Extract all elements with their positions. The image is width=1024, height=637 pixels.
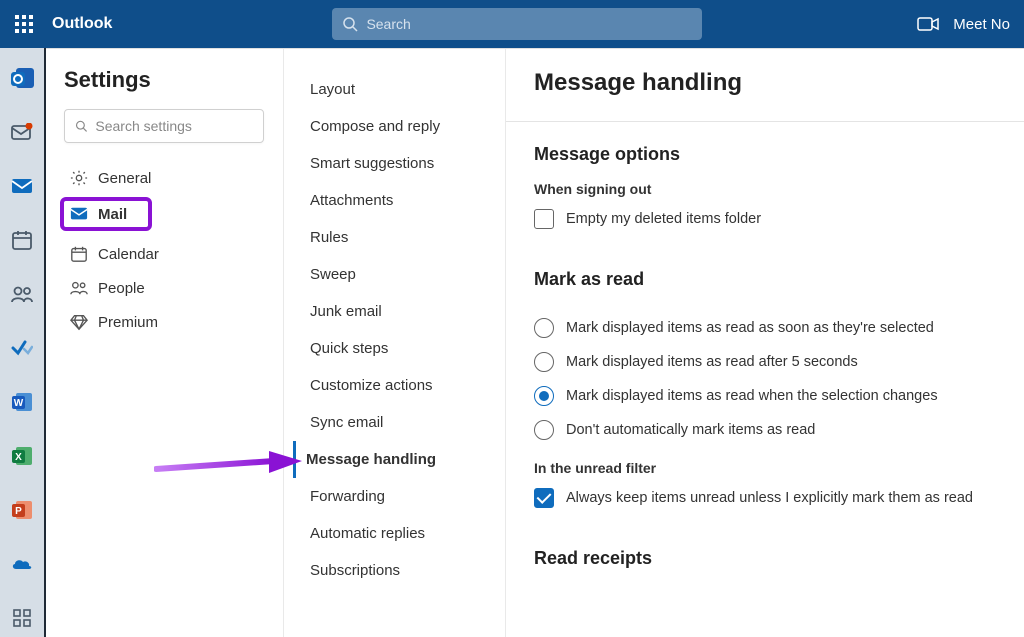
mail-icon[interactable]: [10, 174, 34, 198]
radio-selection-changes[interactable]: Mark displayed items as read when the se…: [534, 386, 1000, 406]
sub-attachments[interactable]: Attachments: [306, 182, 493, 219]
category-people[interactable]: People: [64, 271, 271, 305]
svg-text:W: W: [14, 398, 24, 409]
mail-icon: [70, 205, 88, 223]
category-general[interactable]: General: [64, 161, 271, 195]
global-search-input[interactable]: [366, 16, 692, 32]
calendar-icon: [70, 245, 88, 263]
todo-icon[interactable]: [10, 336, 34, 360]
sub-sweep[interactable]: Sweep: [306, 256, 493, 293]
app-launcher-icon[interactable]: [8, 8, 40, 40]
radio-dont-mark[interactable]: Don't automatically mark items as read: [534, 420, 1000, 440]
sub-subscriptions[interactable]: Subscriptions: [306, 552, 493, 589]
app-title: Outlook: [52, 15, 112, 33]
signing-out-label: When signing out: [534, 181, 1000, 197]
radio-after-5s[interactable]: Mark displayed items as read after 5 sec…: [534, 352, 1000, 372]
mail-subsettings: Layout Compose and reply Smart suggestio…: [284, 49, 506, 637]
svg-text:P: P: [15, 506, 22, 517]
divider: [506, 121, 1024, 122]
sub-automatic-replies[interactable]: Automatic replies: [306, 515, 493, 552]
sub-forwarding[interactable]: Forwarding: [306, 478, 493, 515]
radio-icon[interactable]: [534, 352, 554, 372]
search-icon: [342, 16, 358, 32]
calendar-icon[interactable]: [10, 228, 34, 252]
gear-icon: [70, 169, 88, 187]
read-receipts-heading: Read receipts: [534, 548, 1000, 569]
onedrive-icon[interactable]: [10, 552, 34, 576]
new-mail-icon[interactable]: [10, 120, 34, 144]
settings-search[interactable]: [64, 109, 264, 143]
checkbox-icon[interactable]: [534, 488, 554, 508]
sub-message-handling[interactable]: Message handling: [293, 441, 493, 478]
settings-panel: Settings General Mail Calendar People: [46, 48, 1024, 637]
radio-as-selected[interactable]: Mark displayed items as read as soon as …: [534, 318, 1000, 338]
settings-search-input[interactable]: [95, 118, 253, 134]
search-icon: [75, 119, 87, 133]
empty-deleted-label: Empty my deleted items folder: [566, 211, 761, 227]
empty-deleted-checkbox-row[interactable]: Empty my deleted items folder: [534, 209, 1000, 229]
unread-filter-label: In the unread filter: [534, 460, 1000, 476]
meet-now-button[interactable]: Meet No: [953, 16, 1010, 33]
video-icon[interactable]: [917, 16, 939, 32]
titlebar: Outlook Meet No: [0, 0, 1024, 48]
sub-quick-steps[interactable]: Quick steps: [306, 330, 493, 367]
powerpoint-icon[interactable]: P: [10, 498, 34, 522]
people-icon: [70, 279, 88, 297]
people-icon[interactable]: [10, 282, 34, 306]
global-search[interactable]: [332, 8, 702, 40]
sub-customize-actions[interactable]: Customize actions: [306, 367, 493, 404]
sub-layout[interactable]: Layout: [306, 71, 493, 108]
sub-rules[interactable]: Rules: [306, 219, 493, 256]
settings-title: Settings: [64, 67, 271, 93]
sub-smart-suggestions[interactable]: Smart suggestions: [306, 145, 493, 182]
mark-as-read-heading: Mark as read: [534, 269, 1000, 290]
message-options-heading: Message options: [534, 144, 1000, 165]
svg-text:X: X: [15, 452, 22, 463]
unread-filter-checkbox-row[interactable]: Always keep items unread unless I explic…: [534, 488, 1000, 508]
settings-categories: Settings General Mail Calendar People: [46, 49, 284, 637]
sub-junk-email[interactable]: Junk email: [306, 293, 493, 330]
left-nav-rail: W X P: [0, 48, 46, 637]
radio-icon[interactable]: [534, 318, 554, 338]
radio-icon[interactable]: [534, 386, 554, 406]
category-mail[interactable]: Mail: [60, 197, 152, 231]
excel-icon[interactable]: X: [10, 444, 34, 468]
sub-sync-email[interactable]: Sync email: [306, 404, 493, 441]
outlook-logo-icon[interactable]: [10, 66, 34, 90]
more-apps-icon[interactable]: [10, 606, 34, 630]
radio-icon[interactable]: [534, 420, 554, 440]
checkbox-icon[interactable]: [534, 209, 554, 229]
category-calendar[interactable]: Calendar: [64, 237, 271, 271]
category-premium[interactable]: Premium: [64, 305, 271, 339]
word-icon[interactable]: W: [10, 390, 34, 414]
settings-content: Message handling Message options When si…: [506, 49, 1024, 637]
sub-compose-reply[interactable]: Compose and reply: [306, 108, 493, 145]
diamond-icon: [70, 313, 88, 331]
content-title: Message handling: [534, 69, 1000, 97]
